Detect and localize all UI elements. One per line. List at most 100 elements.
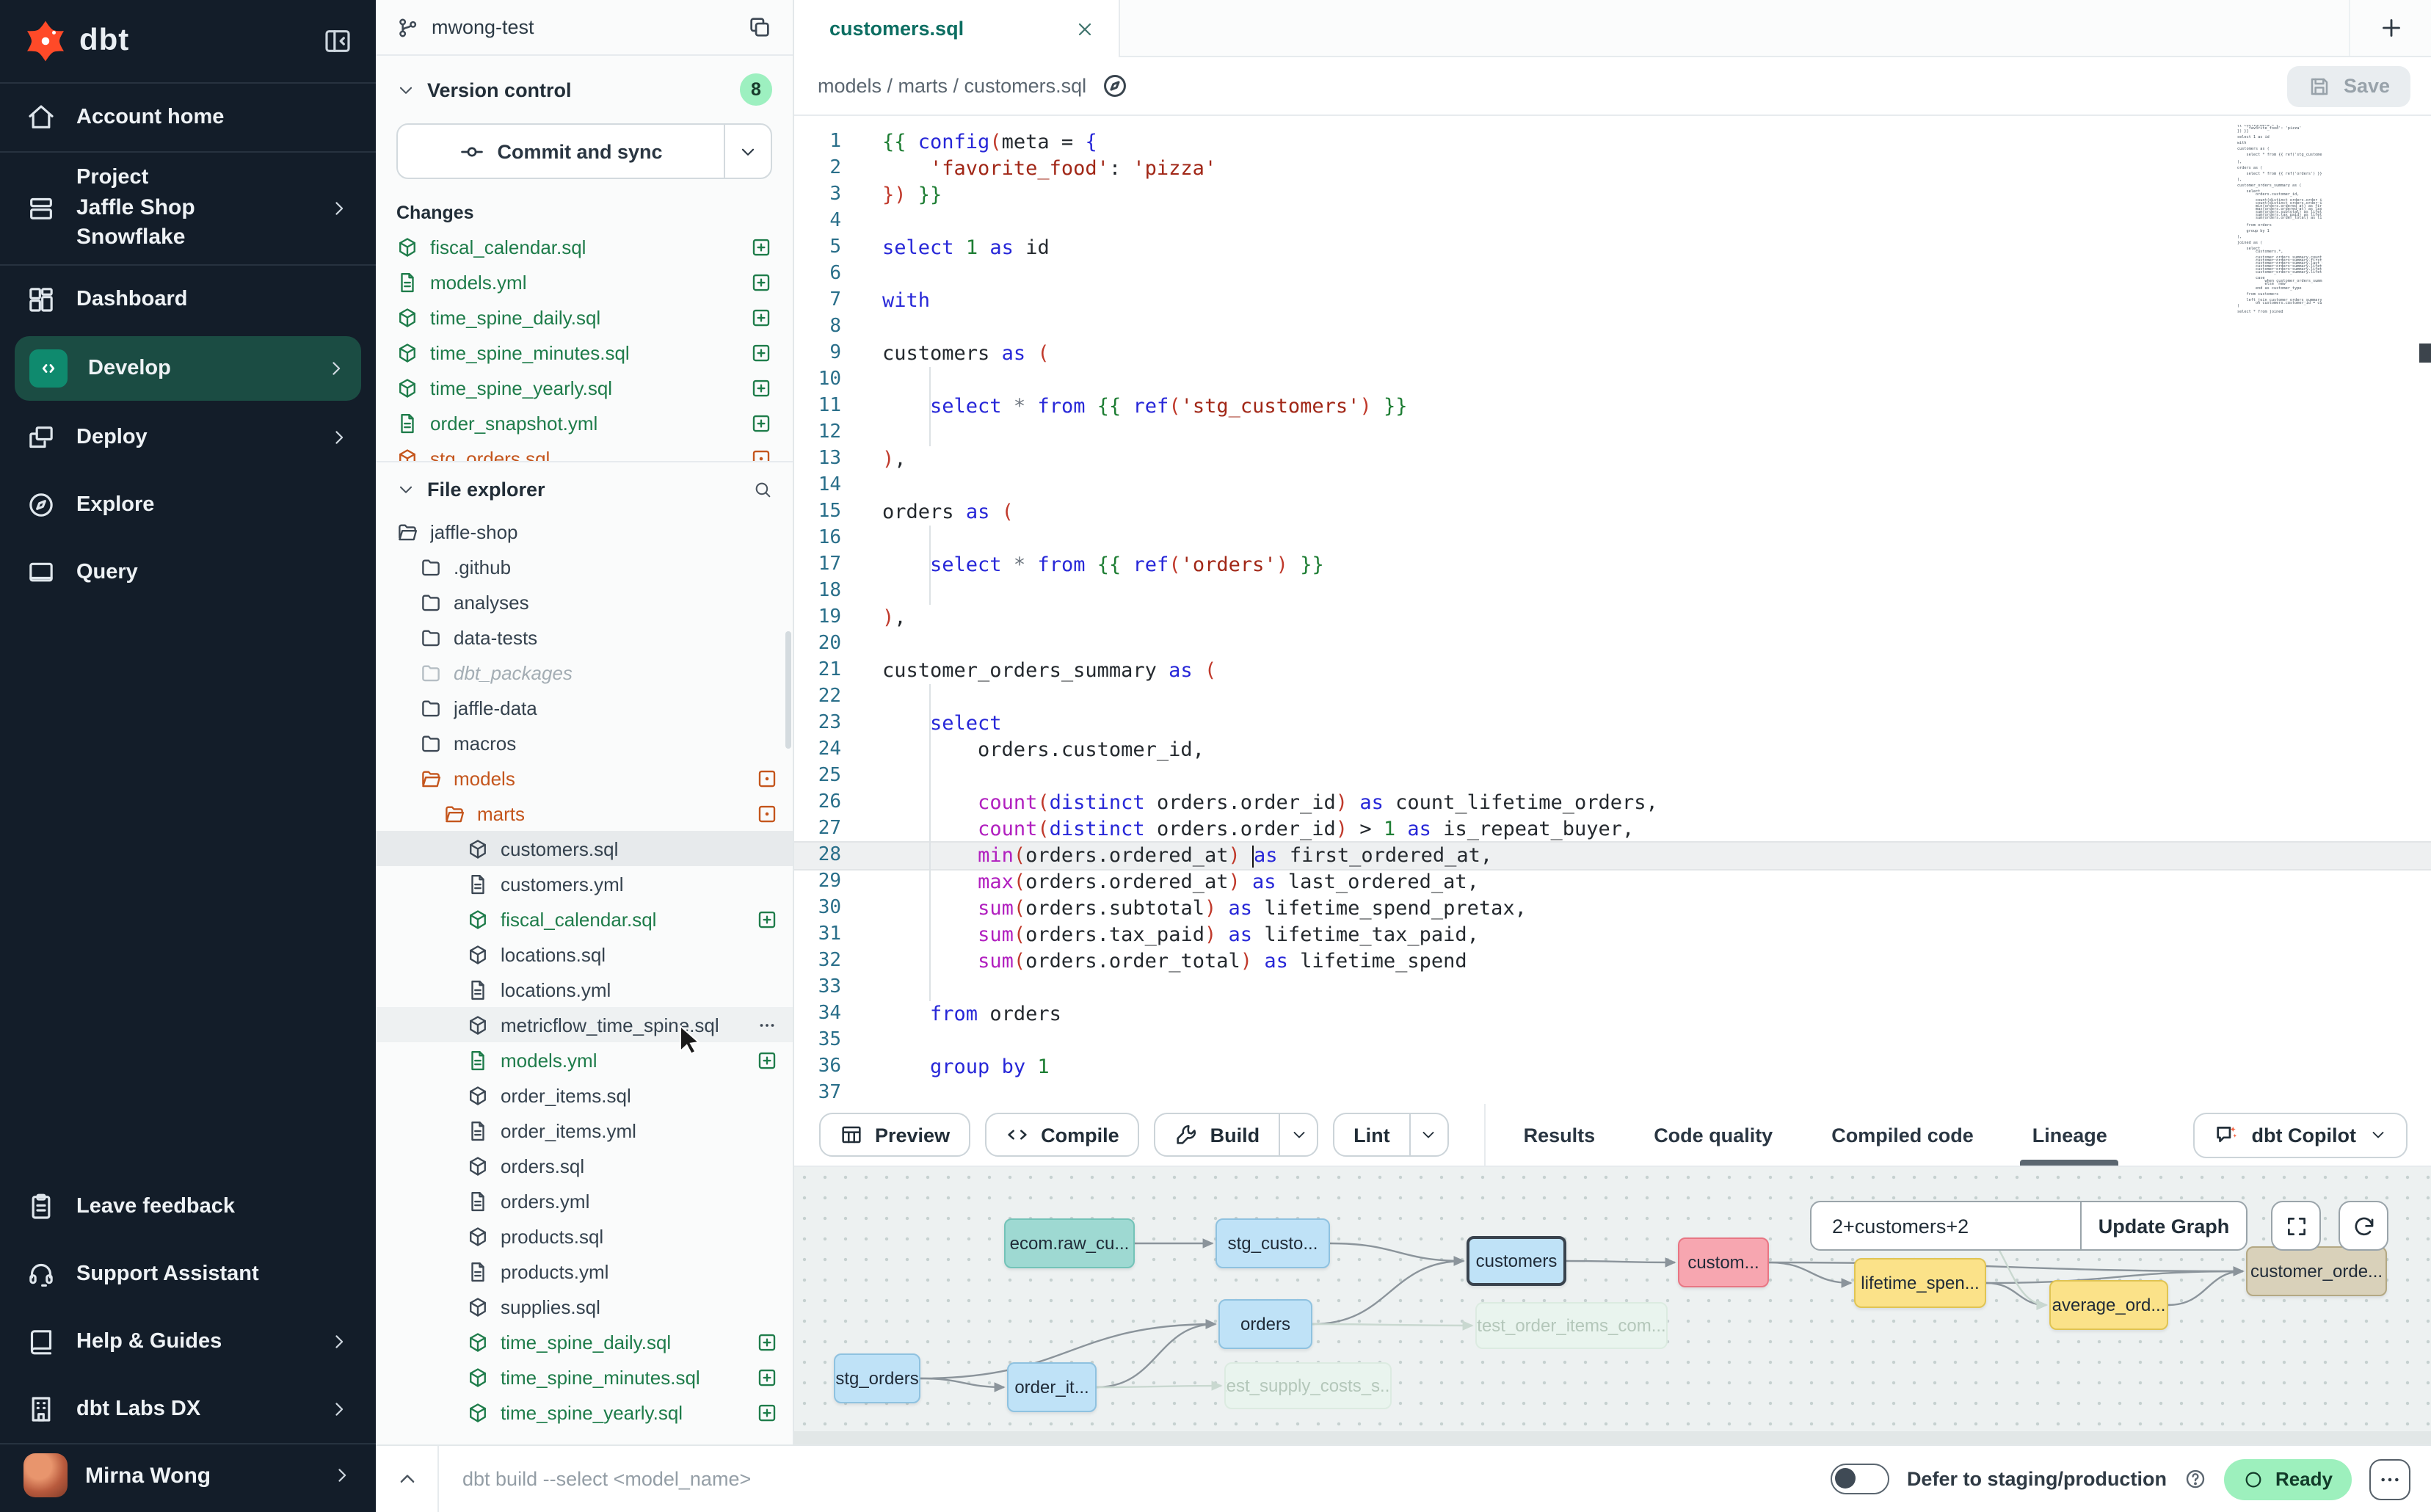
- lineage-node-orderit[interactable]: order_it...: [1007, 1362, 1097, 1412]
- command-input[interactable]: dbt build --select <model_name>: [439, 1468, 751, 1490]
- code-line-3[interactable]: 3}) }}: [794, 182, 2431, 208]
- file-tree-item-fiscal-calendar-sql[interactable]: fiscal_calendar.sql: [376, 901, 793, 937]
- update-graph-button[interactable]: Update Graph: [2080, 1202, 2246, 1249]
- more-options-button[interactable]: [2369, 1458, 2410, 1500]
- code-line-21[interactable]: 21customer_orders_summary as (: [794, 658, 2431, 684]
- modified-dot-icon[interactable]: [750, 447, 772, 461]
- sidebar-item-help-guides[interactable]: Help & Guides: [0, 1308, 376, 1375]
- file-tree-item-products-yml[interactable]: products.yml: [376, 1254, 793, 1289]
- code-line-35[interactable]: 35: [794, 1028, 2431, 1054]
- file-tree-item-jaffle-data[interactable]: jaffle-data: [376, 690, 793, 725]
- code-line-22[interactable]: 22: [794, 684, 2431, 710]
- file-tree-item-analyses[interactable]: analyses: [376, 584, 793, 619]
- refresh-graph-button[interactable]: [2339, 1201, 2388, 1251]
- code-line-9[interactable]: 9customers as (: [794, 341, 2431, 367]
- file-explorer-header[interactable]: File explorer: [376, 462, 793, 511]
- sidebar-item-account-home[interactable]: Account home: [0, 84, 376, 151]
- sidebar-item-explore[interactable]: Explore: [0, 471, 376, 539]
- file-tree-item-time-spine-daily-sql[interactable]: time_spine_daily.sql: [376, 1324, 793, 1359]
- change-row[interactable]: stg_orders.sql: [376, 440, 793, 461]
- defer-toggle[interactable]: [1831, 1464, 1889, 1494]
- compile-button[interactable]: Compile: [985, 1113, 1140, 1157]
- code-line-23[interactable]: 23 select: [794, 710, 2431, 737]
- stage-plus-icon[interactable]: [750, 271, 772, 293]
- lineage-node-average[interactable]: average_ord...: [2049, 1280, 2168, 1330]
- code-line-11[interactable]: 11 select * from {{ ref('stg_customers')…: [794, 393, 2431, 420]
- lineage-node-customers[interactable]: customers: [1467, 1236, 1566, 1286]
- code-editor[interactable]: 1{{ config(meta = {2 'favorite_food': 'p…: [794, 116, 2431, 1104]
- code-line-17[interactable]: 17 select * from {{ ref('orders') }}: [794, 552, 2431, 578]
- file-tree-item--github[interactable]: .github: [376, 549, 793, 584]
- save-button[interactable]: Save: [2288, 65, 2410, 106]
- lint-button[interactable]: Lint: [1333, 1113, 1449, 1157]
- code-line-6[interactable]: 6: [794, 261, 2431, 288]
- file-tree-item-locations-sql[interactable]: locations.sql: [376, 937, 793, 972]
- code-line-2[interactable]: 2 'favorite_food': 'pizza': [794, 156, 2431, 182]
- code-line-33[interactable]: 33: [794, 975, 2431, 1001]
- code-line-12[interactable]: 12: [794, 420, 2431, 446]
- code-line-37[interactable]: 37: [794, 1080, 2431, 1104]
- lineage-node-stgc[interactable]: stg_custo...: [1216, 1218, 1330, 1268]
- file-tree-item-models-yml[interactable]: models.yml: [376, 1042, 793, 1077]
- code-line-10[interactable]: 10: [794, 367, 2431, 393]
- code-line-4[interactable]: 4: [794, 208, 2431, 235]
- commit-options-button[interactable]: [724, 125, 771, 178]
- editor-scrollbar[interactable]: [2419, 344, 2431, 363]
- code-line-29[interactable]: 29 max(orders.ordered_at) as last_ordere…: [794, 869, 2431, 895]
- stage-plus-icon[interactable]: [750, 377, 772, 399]
- status-badge[interactable]: Ready: [2224, 1458, 2352, 1500]
- sidebar-item-dashboard[interactable]: Dashboard: [0, 266, 376, 333]
- file-tree-item-time-spine-minutes-sql[interactable]: time_spine_minutes.sql: [376, 1359, 793, 1395]
- file-tree-item-customers-sql[interactable]: customers.sql: [376, 831, 793, 866]
- search-icon[interactable]: [753, 480, 772, 499]
- lineage-node-testsc[interactable]: test_supply_costs_s...: [1224, 1362, 1392, 1409]
- dbt-copilot-button[interactable]: dbt Copilot: [2193, 1112, 2408, 1157]
- lineage-node-stgo[interactable]: stg_orders: [834, 1353, 920, 1403]
- lineage-canvas[interactable]: 2+customers+2 Update Graph ecom.raw_cu..…: [794, 1167, 2431, 1444]
- build-button[interactable]: Build: [1155, 1113, 1319, 1157]
- lineage-search-input[interactable]: 2+customers+2: [1812, 1202, 2080, 1249]
- change-row[interactable]: time_spine_daily.sql: [376, 299, 793, 335]
- tab-compiled-code[interactable]: Compiled code: [1831, 1104, 1974, 1166]
- copy-icon[interactable]: [747, 15, 772, 40]
- code-line-5[interactable]: 5select 1 as id: [794, 235, 2431, 261]
- sidebar-item-project[interactable]: Project Jaffle Shop Snowflake: [0, 153, 376, 264]
- lineage-node-orders[interactable]: orders: [1218, 1299, 1312, 1349]
- code-line-25[interactable]: 25: [794, 763, 2431, 790]
- tab-results[interactable]: Results: [1524, 1104, 1596, 1166]
- file-tree-item-jaffle-shop[interactable]: jaffle-shop: [376, 514, 793, 549]
- file-tree-item-order-items-sql[interactable]: order_items.sql: [376, 1077, 793, 1113]
- code-line-34[interactable]: 34 from orders: [794, 1001, 2431, 1028]
- file-tree-item-macros[interactable]: macros: [376, 725, 793, 760]
- tab-lineage[interactable]: Lineage: [2032, 1104, 2107, 1166]
- code-line-16[interactable]: 16: [794, 526, 2431, 552]
- minimap[interactable]: {{ config(meta = { 'favorite_food': 'piz…: [2237, 125, 2322, 319]
- tab-customers-sql[interactable]: customers.sql: [794, 0, 1120, 57]
- commit-and-sync-button[interactable]: Commit and sync: [396, 123, 772, 179]
- file-tree-item-marts[interactable]: marts: [376, 796, 793, 831]
- code-line-13[interactable]: 13),: [794, 446, 2431, 473]
- version-control-header[interactable]: Version control 8: [376, 56, 793, 117]
- lineage-node-custorde[interactable]: customer_orde...: [2246, 1246, 2387, 1296]
- file-tree-item-models[interactable]: models: [376, 760, 793, 796]
- code-line-27[interactable]: 27 count(distinct orders.order_id) > 1 a…: [794, 816, 2431, 843]
- fullscreen-button[interactable]: [2271, 1201, 2321, 1251]
- sidebar-item-develop[interactable]: Develop: [15, 336, 361, 401]
- code-line-36[interactable]: 36 group by 1: [794, 1054, 2431, 1080]
- code-line-26[interactable]: 26 count(distinct orders.order_id) as co…: [794, 790, 2431, 816]
- change-row[interactable]: time_spine_minutes.sql: [376, 335, 793, 370]
- file-tree-item-metricflow-time-spine-sql[interactable]: metricflow_time_spine.sql: [376, 1007, 793, 1042]
- code-line-28[interactable]: 28 min(orders.ordered_at) as first_order…: [794, 843, 2431, 869]
- change-row[interactable]: models.yml: [376, 264, 793, 299]
- lineage-node-ecom[interactable]: ecom.raw_cu...: [1004, 1218, 1135, 1268]
- sidebar-item-deploy[interactable]: Deploy: [0, 404, 376, 471]
- change-row[interactable]: fiscal_calendar.sql: [376, 229, 793, 264]
- stage-plus-icon[interactable]: [750, 341, 772, 363]
- file-tree-item-supplies-sql[interactable]: supplies.sql: [376, 1289, 793, 1324]
- file-tree-item-orders-sql[interactable]: orders.sql: [376, 1148, 793, 1183]
- code-line-18[interactable]: 18: [794, 578, 2431, 605]
- file-tree-item-time-spine-yearly-sql[interactable]: time_spine_yearly.sql: [376, 1395, 793, 1430]
- stage-plus-icon[interactable]: [750, 236, 772, 258]
- lineage-node-custom[interactable]: custom...: [1678, 1237, 1769, 1287]
- lint-options-button[interactable]: [1409, 1114, 1447, 1155]
